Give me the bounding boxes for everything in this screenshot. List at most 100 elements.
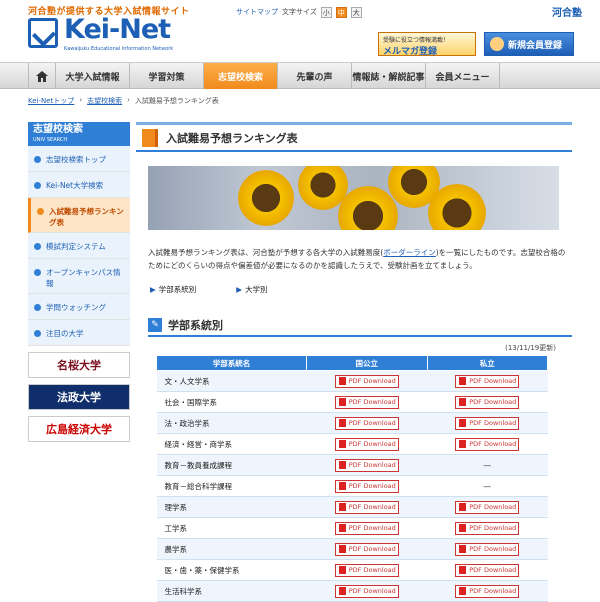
pdf-download-button[interactable]: PDF Download xyxy=(334,521,399,535)
breadcrumb: Kei-Netトップ › 志望校検索 › 入試難易予想ランキング表 xyxy=(28,96,219,106)
kawaijuku-logo[interactable]: 河合塾 xyxy=(552,4,582,19)
sidebar-item-mock-exam[interactable]: 模試判定システム xyxy=(28,233,130,259)
sidebar-item-open-campus[interactable]: オープンキャンパス情報 xyxy=(28,259,130,294)
breadcrumb-search[interactable]: 志望校検索 xyxy=(87,96,122,106)
sidebar-item-featured[interactable]: 注目の大学 xyxy=(28,320,130,346)
ranking-table: 学部系統名 国公立 私立 文・人文学系 PDF Download PDF Downl… xyxy=(156,355,548,602)
nav-item-member[interactable]: 会員メニュー xyxy=(426,63,500,89)
private-cell: PDF Download xyxy=(427,391,548,413)
anchor-by-faculty[interactable]: ▶ 学部系統別 xyxy=(150,284,196,295)
table-row: 社会・国際学系 PDF Download PDF Download xyxy=(156,391,548,413)
national-cell: PDF Download xyxy=(306,517,427,539)
pdf-download-button[interactable]: PDF Download xyxy=(455,416,520,430)
pencil-icon: ✎ xyxy=(148,318,162,332)
pdf-download-button[interactable]: PDF Download xyxy=(334,542,399,556)
register-button[interactable]: 新規会員登録 xyxy=(484,32,574,56)
sidebar-item-gakumon[interactable]: 学問ウォッチング xyxy=(28,294,130,320)
faculty-name: 工学系 xyxy=(156,517,307,539)
borderline-link[interactable]: ボーダーライン xyxy=(383,248,436,257)
private-cell: PDF Download xyxy=(427,559,548,581)
pdf-download-button[interactable]: PDF Download xyxy=(334,479,399,493)
faculty-name: 理学系 xyxy=(156,496,307,518)
pdf-download-button[interactable]: PDF Download xyxy=(455,584,520,598)
pdf-download-label: PDF Download xyxy=(348,376,396,385)
pdf-icon xyxy=(459,544,467,553)
private-cell: — xyxy=(427,454,548,476)
sidebar-item-univ-search[interactable]: Kei-Net大学検索 xyxy=(28,172,130,198)
private-cell: PDF Download xyxy=(427,517,548,539)
nav-item-univ-search[interactable]: 志望校検索 xyxy=(204,63,278,89)
private-cell: PDF Download xyxy=(427,580,548,602)
pdf-download-button[interactable]: PDF Download xyxy=(455,542,520,556)
book-icon xyxy=(142,128,158,147)
table-row: 法・政治学系 PDF Download PDF Download xyxy=(156,412,548,434)
pdf-download-button[interactable]: PDF Download xyxy=(455,395,520,409)
private-cell: PDF Download xyxy=(427,538,548,560)
pdf-download-label: PDF Download xyxy=(348,502,396,511)
pdf-download-button[interactable]: PDF Download xyxy=(334,395,399,409)
national-cell: PDF Download xyxy=(306,412,427,434)
pdf-download-label: PDF Download xyxy=(469,544,517,553)
pdf-download-button[interactable]: PDF Download xyxy=(334,500,399,514)
pdf-icon xyxy=(459,376,467,385)
pdf-icon xyxy=(338,397,346,406)
column-header-private: 私立 xyxy=(426,355,548,371)
pdf-icon xyxy=(459,586,467,595)
sitemap-link[interactable]: サイトマップ xyxy=(236,7,278,17)
pdf-download-button[interactable]: PDF Download xyxy=(334,563,399,577)
pdf-download-button[interactable]: PDF Download xyxy=(334,584,399,598)
pdf-download-button[interactable]: PDF Download xyxy=(455,374,520,388)
pdf-download-button[interactable]: PDF Download xyxy=(455,563,520,577)
mail-magazine-label: メルマガ登録 xyxy=(383,47,438,57)
faculty-name: 農学系 xyxy=(156,538,307,560)
pdf-download-label: PDF Download xyxy=(348,397,396,406)
faculty-name: 文・人文学系 xyxy=(156,370,307,392)
font-size-medium-button[interactable]: 中 xyxy=(335,6,347,18)
private-cell: PDF Download xyxy=(427,370,548,392)
nav-item-admissions[interactable]: 大学入試情報 xyxy=(56,63,130,89)
logo-check-icon xyxy=(28,18,58,48)
table-row: 工学系 PDF Download PDF Download xyxy=(156,517,548,539)
faculty-name: 医・歯・薬・保健学系 xyxy=(156,559,307,581)
pdf-download-label: PDF Download xyxy=(469,523,517,532)
banner-meio-university[interactable]: 名桜大学 xyxy=(28,352,130,378)
national-cell: PDF Download xyxy=(306,580,427,602)
not-available-dash: — xyxy=(483,481,492,491)
pdf-icon xyxy=(338,523,346,532)
pdf-download-button[interactable]: PDF Download xyxy=(455,437,520,451)
sunflower-shape xyxy=(428,184,486,230)
pdf-download-button[interactable]: PDF Download xyxy=(334,374,399,388)
banner-hosei-university[interactable]: 法政大学 xyxy=(28,384,130,410)
pdf-download-button[interactable]: PDF Download xyxy=(334,458,399,472)
pdf-download-button[interactable]: PDF Download xyxy=(455,500,520,514)
table-header-row: 学部系統名 国公立 私立 xyxy=(156,355,548,371)
pdf-icon xyxy=(338,586,346,595)
pdf-download-label: PDF Download xyxy=(469,565,517,574)
user-icon xyxy=(490,37,504,51)
nav-item-study[interactable]: 学習対策 xyxy=(130,63,204,89)
font-size-label: 文字サイズ xyxy=(282,8,317,16)
national-cell: PDF Download xyxy=(306,391,427,413)
pdf-download-label: PDF Download xyxy=(348,565,396,574)
font-size-small-button[interactable]: 小 xyxy=(320,6,332,18)
national-cell: PDF Download xyxy=(306,475,427,497)
faculty-name: 法・政治学系 xyxy=(156,412,307,434)
sidebar-item-search-top[interactable]: 志望校検索トップ xyxy=(28,146,130,172)
nav-home[interactable] xyxy=(28,63,56,89)
sidebar-item-ranking[interactable]: 入試難易予想ランキング表 xyxy=(28,198,130,233)
pdf-download-label: PDF Download xyxy=(348,460,396,469)
pdf-download-label: PDF Download xyxy=(469,439,517,448)
pdf-download-button[interactable]: PDF Download xyxy=(334,416,399,430)
private-cell: PDF Download xyxy=(427,496,548,518)
pdf-download-button[interactable]: PDF Download xyxy=(334,437,399,451)
font-size-large-button[interactable]: 大 xyxy=(350,6,362,18)
breadcrumb-top[interactable]: Kei-Netトップ xyxy=(28,96,74,106)
mail-magazine-button[interactable]: 受験に役立つ情報満載！ メルマガ登録 xyxy=(378,32,476,57)
pdf-icon xyxy=(338,439,346,448)
nav-item-articles[interactable]: 情報誌・解説記事 xyxy=(352,63,426,89)
nav-item-seniors[interactable]: 先輩の声 xyxy=(278,63,352,89)
anchor-by-university[interactable]: ▶ 大学別 xyxy=(236,284,267,295)
pdf-download-button[interactable]: PDF Download xyxy=(455,521,520,535)
banner-hiroshima-keizai[interactable]: 広島経済大学 xyxy=(28,416,130,442)
site-logo[interactable]: Kei-Net Kawaijuku Educational Informatio… xyxy=(28,14,178,54)
